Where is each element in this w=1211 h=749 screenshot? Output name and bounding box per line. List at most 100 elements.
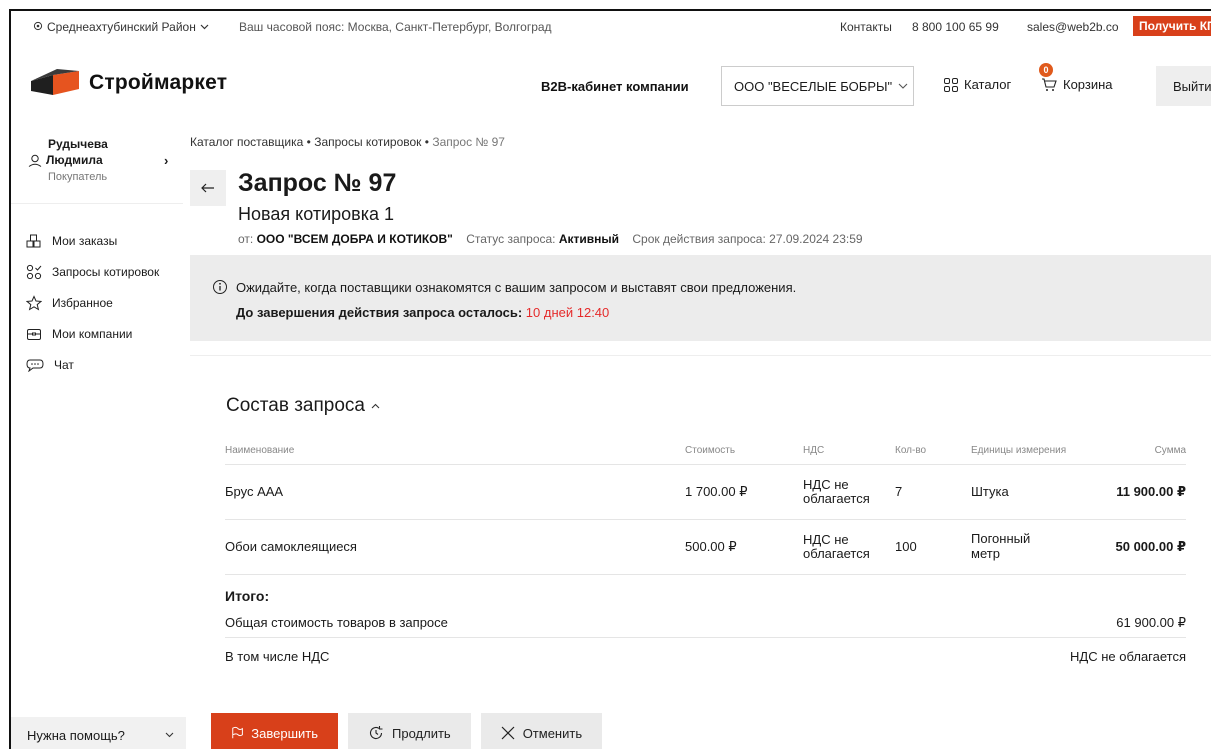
col-unit: Единицы измерения	[971, 426, 1071, 465]
sidebar-item-orders[interactable]: Мои заказы	[26, 229, 159, 252]
phone-link[interactable]: 8 800 100 65 99	[912, 20, 999, 34]
briefcase-icon	[27, 328, 41, 340]
top-bar: Среднеахтубинский Район Ваш часовой пояс…	[11, 11, 1211, 43]
item-vat: НДС не облагается	[803, 464, 895, 520]
time-remaining: До завершения действия запроса осталось:…	[236, 305, 609, 320]
finish-label: Завершить	[251, 725, 318, 741]
from-label: от:	[238, 232, 254, 246]
table-row: Обои самоклеящиеся 500.00 ₽ НДС не облаг…	[225, 519, 1186, 575]
star-icon	[26, 294, 42, 311]
contacts-link[interactable]: Контакты	[840, 20, 892, 34]
item-name: Обои самоклеящиеся	[225, 519, 685, 575]
totals-label: Итого:	[225, 588, 270, 604]
cart-count-badge: 0	[1039, 63, 1053, 77]
close-icon	[501, 726, 515, 740]
from-company: ООО "ВСЕМ ДОБРА И КОТИКОВ"	[256, 232, 453, 246]
sidebar-item-chat[interactable]: Чат	[26, 353, 159, 376]
page-title: Запрос № 97	[238, 169, 397, 197]
breadcrumb-catalog[interactable]: Каталог поставщика	[190, 135, 303, 149]
help-label: Нужна помощь?	[27, 727, 125, 743]
header: Строймаркет B2B-кабинет компании ООО "ВЕ…	[11, 53, 1211, 113]
catalog-button[interactable]: Каталог	[944, 77, 1011, 92]
chevron-down-icon	[898, 83, 908, 89]
breadcrumb-quotes[interactable]: Запросы котировок	[314, 135, 421, 149]
table-row: Брус ААА 1 700.00 ₽ НДС не облагается 7 …	[225, 464, 1186, 520]
user-last-name-row: Людмила	[28, 153, 103, 167]
total-vat-row: В том числе НДС НДС не облагается	[225, 641, 1186, 671]
sidebar-item-label: Мои заказы	[52, 233, 118, 248]
action-bar: Завершить Продлить Отменить	[211, 713, 603, 749]
col-price: Стоимость	[685, 426, 803, 465]
chevron-up-icon	[371, 403, 380, 409]
total-cost-row: Общая стоимость товаров в запросе 61 900…	[225, 608, 1186, 638]
sidebar-item-label: Запросы котировок	[52, 264, 160, 279]
cart-button[interactable]: 0 Корзина	[1039, 63, 1113, 92]
logout-button[interactable]: Выйти	[1156, 66, 1211, 106]
item-price: 500.00 ₽	[685, 519, 803, 575]
location-pin-icon	[33, 21, 43, 31]
item-name: Брус ААА	[225, 464, 685, 520]
sidebar-nav: Мои заказы Запросы котировок Избранное М…	[26, 229, 159, 384]
composition-title: Состав запроса	[226, 395, 365, 416]
region-label: Среднеахтубинский Район	[47, 20, 196, 34]
total-cost-label: Общая стоимость товаров в запросе	[225, 615, 448, 630]
region-selector[interactable]: Среднеахтубинский Район	[33, 20, 209, 34]
col-sum: Сумма	[1071, 426, 1186, 465]
items-table: Наименование Стоимость НДС Кол-во Единиц…	[225, 426, 1186, 575]
status-label: Статус запроса:	[466, 232, 556, 246]
total-vat-value: НДС не облагается	[1070, 648, 1186, 664]
total-cost-value: 61 900.00 ₽	[1116, 614, 1186, 630]
item-qty: 7	[895, 464, 971, 520]
col-qty: Кол-во	[895, 426, 971, 465]
company-select[interactable]: ООО "ВЕСЕЛЫЕ БОБРЫ"	[721, 66, 914, 106]
col-vat: НДС	[803, 426, 895, 465]
company-select-value: ООО "ВЕСЕЛЫЕ БОБРЫ"	[734, 78, 893, 94]
get-kp-button[interactable]: Получить КП	[1133, 16, 1211, 36]
cancel-button[interactable]: Отменить	[480, 713, 603, 749]
email-link[interactable]: sales@web2b.co	[1027, 20, 1119, 34]
logo[interactable]: Строймаркет	[29, 69, 227, 97]
item-unit: Погонный метр	[971, 519, 1071, 575]
sidebar-item-quotes[interactable]: Запросы котировок	[26, 260, 159, 283]
clock-refresh-icon	[369, 726, 383, 739]
user-first-name: Рудычева	[48, 137, 108, 151]
quotes-icon	[26, 264, 42, 279]
col-name: Наименование	[225, 426, 685, 465]
sidebar-item-companies[interactable]: Мои компании	[26, 322, 159, 345]
extend-button[interactable]: Продлить	[348, 713, 471, 749]
user-role: Покупатель	[48, 171, 108, 183]
flag-icon	[232, 726, 243, 739]
composition-panel: Состав запроса Наименование Стоимость НД…	[190, 355, 1211, 715]
arrow-left-icon	[201, 183, 214, 193]
timezone-text: Ваш часовой пояс: Москва, Санкт-Петербур…	[239, 20, 552, 34]
sidebar-item-label: Избранное	[52, 295, 113, 310]
item-price: 1 700.00 ₽	[685, 464, 803, 520]
item-vat: НДС не облагается	[803, 519, 895, 575]
finish-button[interactable]: Завершить	[211, 713, 338, 749]
back-button[interactable]	[190, 170, 226, 206]
user-icon	[28, 154, 42, 167]
chat-icon	[26, 359, 44, 372]
info-notice: Ожидайте, когда поставщики ознакомятся с…	[190, 255, 1211, 341]
page-subtitle: Новая котировка 1	[238, 204, 394, 224]
notice-text: Ожидайте, когда поставщики ознакомятся с…	[236, 279, 797, 295]
time-remaining-value: 10 дней 12:40	[525, 305, 610, 320]
extend-label: Продлить	[392, 725, 451, 741]
chevron-right-icon: ›	[164, 153, 169, 168]
cancel-label: Отменить	[522, 725, 583, 741]
divider	[11, 203, 183, 204]
status-value: Активный	[558, 232, 620, 246]
time-remaining-label: До завершения действия запроса осталось:	[236, 305, 523, 320]
cart-label: Корзина	[1063, 77, 1113, 92]
chevron-down-icon	[200, 24, 209, 30]
composition-toggle[interactable]: Состав запроса	[226, 395, 380, 417]
sidebar: Рудычева Людмила › Покупатель Мои заказы…	[11, 123, 186, 749]
sidebar-item-favorites[interactable]: Избранное	[26, 291, 159, 314]
user-last-name: Людмила	[46, 153, 103, 167]
item-sum: 11 900.00 ₽	[1071, 464, 1186, 520]
breadcrumb-current: Запрос № 97	[432, 135, 505, 149]
help-button[interactable]: Нужна помощь?	[11, 717, 186, 749]
item-sum: 50 000.00 ₽	[1071, 519, 1186, 575]
total-vat-label: В том числе НДС	[225, 648, 330, 664]
orders-icon	[26, 234, 41, 247]
